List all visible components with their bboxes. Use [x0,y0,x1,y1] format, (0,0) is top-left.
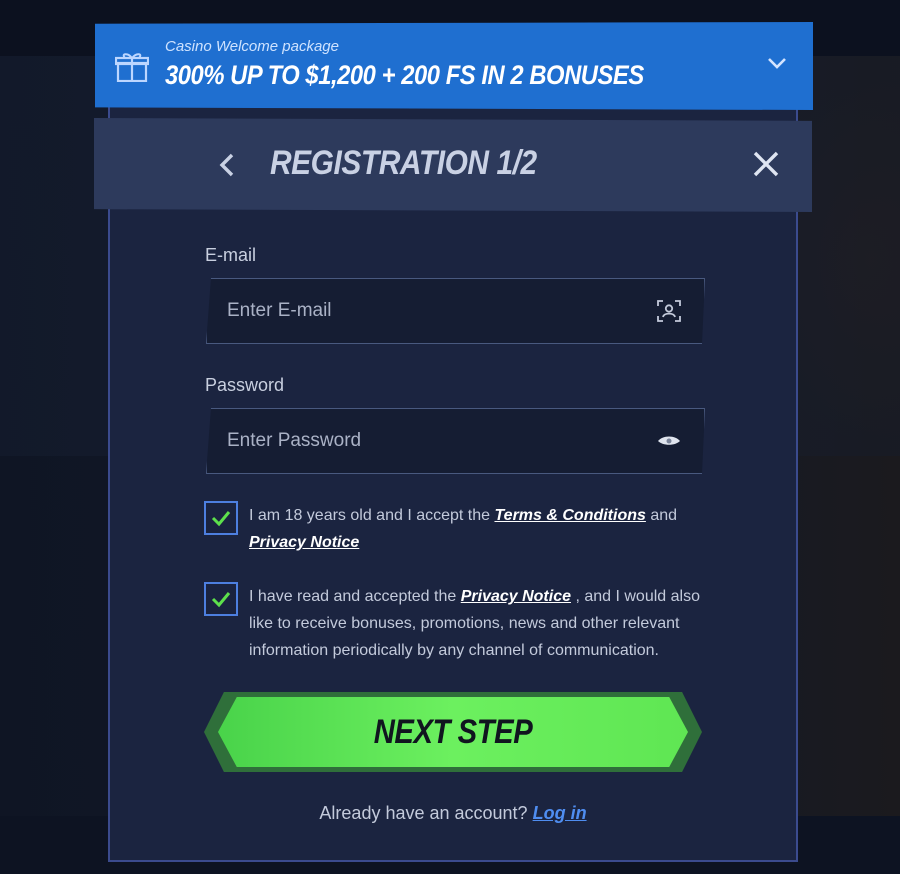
terms-link[interactable]: Terms & Conditions [494,507,645,524]
contact-card-icon [657,300,681,322]
eye-icon[interactable] [656,429,682,453]
login-link[interactable]: Log in [533,803,587,823]
privacy-link-age[interactable]: Privacy Notice [249,534,359,551]
privacy-link-marketing[interactable]: Privacy Notice [461,588,571,605]
consent-marketing-text-before: I have read and accepted the [249,588,461,605]
password-field[interactable] [227,409,627,473]
login-prompt-text: Already have an account? [319,803,533,823]
consent-age-checkbox[interactable] [204,501,238,535]
consent-marketing-checkbox[interactable] [204,582,238,616]
promo-subtitle: Casino Welcome package [165,38,339,55]
consent-age-text-before: I am 18 years old and I accept the [249,507,495,524]
checkmark-icon [211,592,231,608]
page-title: REGISTRATION 1/2 [270,144,537,182]
checkmark-icon [211,511,231,527]
password-field-box [206,408,705,474]
next-step-wrapper: NEXT STEP [204,692,702,772]
chevron-down-icon[interactable] [767,56,787,70]
chevron-left-icon[interactable] [216,152,238,178]
welcome-package-banner[interactable]: Casino Welcome package 300% UP TO $1,200… [95,22,813,110]
consent-marketing-text: I have read and accepted the Privacy Not… [249,583,709,664]
next-step-label: NEXT STEP [373,713,533,751]
email-label: E-mail [205,245,257,265]
gift-icon [115,53,149,82]
modal-header: REGISTRATION 1/2 [94,118,812,212]
login-prompt: Already have an account? Log in [108,803,798,824]
email-field-box [206,278,705,344]
next-step-button[interactable]: NEXT STEP [218,697,688,767]
promo-title: 300% UP TO $1,200 + 200 FS IN 2 BONUSES [165,60,644,90]
consent-age-text: I am 18 years old and I accept the Terms… [249,502,709,556]
close-icon[interactable] [752,150,780,178]
password-label: Password [205,375,285,395]
consent-age-text-mid: and [645,507,678,524]
email-field[interactable] [227,279,627,343]
